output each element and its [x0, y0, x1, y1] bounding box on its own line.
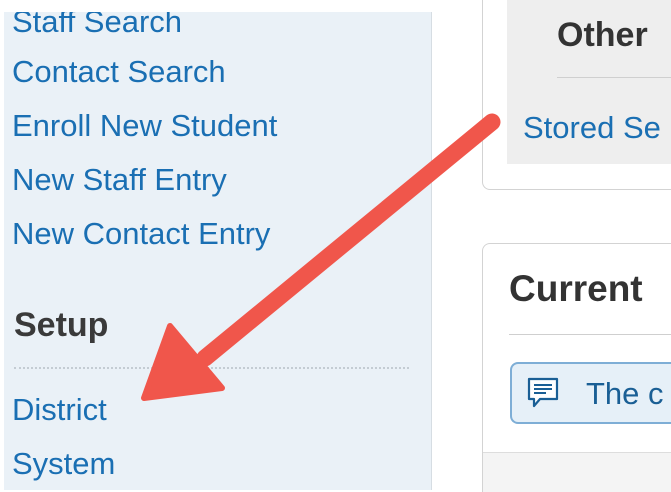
current-panel-footer — [483, 452, 671, 492]
notice-banner: The c — [510, 362, 671, 424]
sidebar-link-system[interactable]: System — [12, 446, 115, 482]
comment-icon — [527, 377, 559, 408]
other-panel-title: Other — [557, 16, 648, 54]
sidebar-link-new-contact-entry[interactable]: New Contact Entry — [12, 216, 270, 252]
sidebar-link-enroll-new-student[interactable]: Enroll New Student — [12, 108, 277, 144]
current-panel-divider — [509, 334, 671, 335]
other-panel-divider — [557, 77, 671, 78]
setup-heading: Setup — [14, 306, 109, 344]
notice-text: The c — [586, 376, 664, 411]
current-panel-title: Current — [509, 268, 643, 309]
screenshot: Staff Search Contact Search Enroll New S… — [0, 0, 671, 492]
sidebar-link-contact-search[interactable]: Contact Search — [12, 54, 226, 90]
setup-divider — [14, 367, 409, 369]
sidebar-nav: Staff Search Contact Search Enroll New S… — [4, 12, 432, 490]
sidebar-link-staff-search[interactable]: Staff Search — [12, 12, 182, 40]
stored-searches-link[interactable]: Stored Se — [523, 110, 661, 146]
sidebar-link-district[interactable]: District — [12, 392, 107, 428]
sidebar-link-new-staff-entry[interactable]: New Staff Entry — [12, 162, 227, 198]
